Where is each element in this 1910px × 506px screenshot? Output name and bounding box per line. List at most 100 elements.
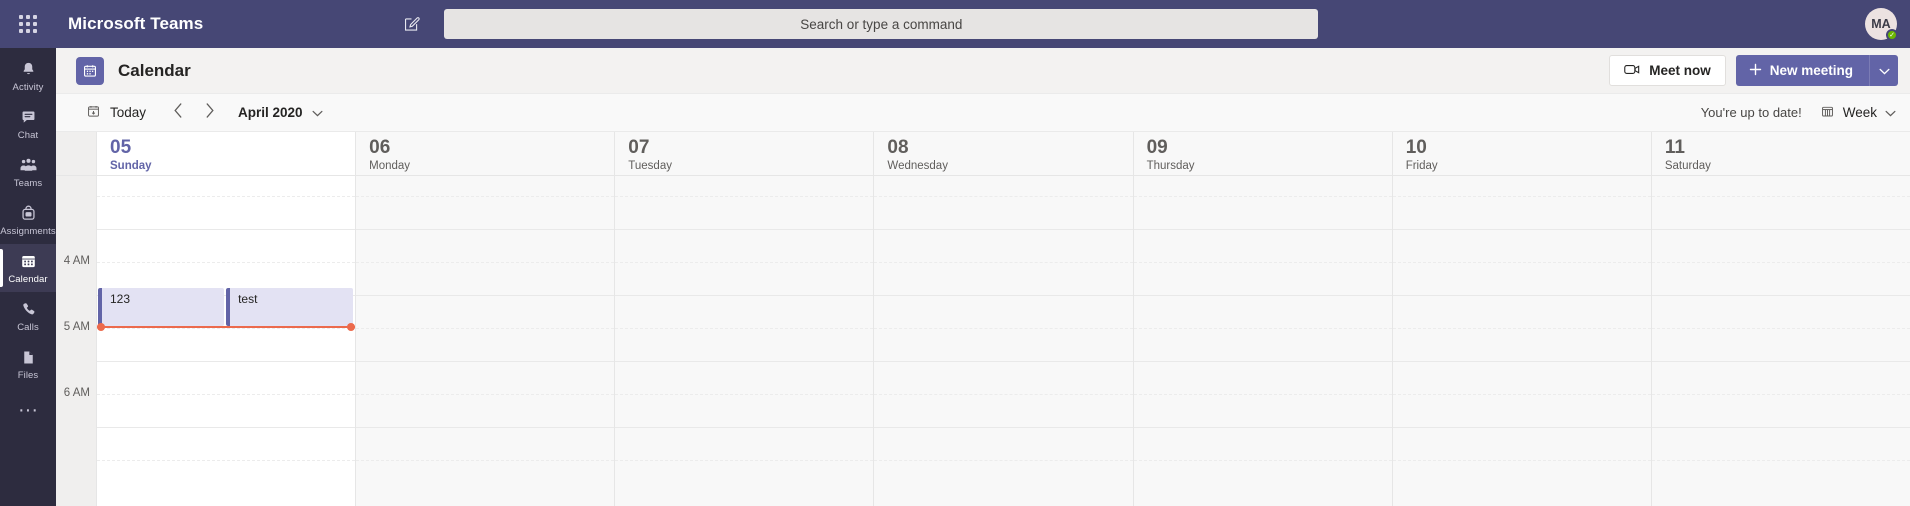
day-header-wednesday[interactable]: 08 Wednesday [873, 132, 1132, 175]
day-header-thursday[interactable]: 09 Thursday [1132, 132, 1392, 175]
half-hour-gridline [1133, 196, 1392, 197]
chevron-left-icon [173, 102, 183, 123]
half-hour-gridline [1133, 394, 1392, 395]
sidebar-item-activity[interactable]: Activity [0, 52, 56, 100]
day-column-saturday[interactable] [1650, 176, 1910, 506]
app-body: Activity Chat Teams Assignments Calendar… [0, 48, 1910, 506]
calendar-day-headers: 05 Sunday 06 Monday 07 Tuesday 08 Wednesday 09 Th… [56, 132, 1910, 176]
sidebar-item-calls[interactable]: Calls [0, 292, 56, 340]
half-hour-gridline [97, 394, 356, 395]
half-hour-gridline [97, 460, 356, 461]
video-camera-icon [1624, 63, 1641, 79]
half-hour-gridline [1651, 328, 1910, 329]
hour-gridline [1392, 295, 1651, 296]
view-picker[interactable]: Week [1820, 104, 1896, 122]
calendar-today-icon [86, 104, 101, 122]
chevron-down-icon [1878, 62, 1890, 80]
sidebar-item-assignments[interactable]: Assignments [0, 196, 56, 244]
hour-gridline [1651, 295, 1910, 296]
half-hour-gridline [1133, 460, 1392, 461]
half-hour-gridline [1651, 460, 1910, 461]
half-hour-gridline [356, 328, 615, 329]
hour-gridline [1133, 295, 1392, 296]
hour-gridline [874, 229, 1133, 230]
half-hour-gridline [356, 460, 615, 461]
day-column-wednesday[interactable] [873, 176, 1133, 506]
half-hour-gridline [874, 262, 1133, 263]
hour-gridline [615, 229, 874, 230]
event-title: 123 [110, 292, 131, 306]
day-column-tuesday[interactable] [614, 176, 874, 506]
day-name: Tuesday [628, 160, 672, 172]
hour-gridline [1133, 229, 1392, 230]
day-header-saturday[interactable]: 11 Saturday [1650, 132, 1910, 175]
compose-icon[interactable] [403, 16, 421, 33]
previous-week-button[interactable] [164, 99, 192, 127]
month-picker[interactable]: April 2020 [238, 105, 323, 120]
sidebar-item-label: Teams [13, 177, 43, 189]
chevron-down-icon [1885, 105, 1896, 120]
half-hour-gridline [356, 262, 615, 263]
current-time-indicator [97, 326, 356, 328]
current-time-indicator-dot [347, 323, 356, 331]
event-title: test [238, 292, 258, 306]
new-meeting-button[interactable]: New meeting [1735, 55, 1869, 86]
day-column-sunday[interactable]: 123 test [96, 176, 356, 506]
half-hour-gridline [1651, 196, 1910, 197]
sidebar-item-chat[interactable]: Chat [0, 100, 56, 148]
bell-icon [20, 60, 37, 80]
sidebar-item-teams[interactable]: Teams [0, 148, 56, 196]
today-label: Today [110, 105, 147, 120]
search-input[interactable]: Search or type a command [444, 9, 1319, 39]
sidebar-item-label: Chat [17, 129, 39, 141]
day-number: 05 [110, 137, 132, 158]
hour-gridline [97, 229, 356, 230]
file-icon [20, 348, 37, 368]
hour-gridline [97, 361, 356, 362]
next-week-button[interactable] [196, 99, 224, 127]
calendar-toolbar: Today April 2020 You're up to date! Week [56, 94, 1910, 132]
app-grid-icon[interactable] [14, 10, 42, 38]
hour-gridline [97, 427, 356, 428]
hour-gridline [1651, 229, 1910, 230]
day-column-friday[interactable] [1391, 176, 1651, 506]
new-meeting-dropdown-button[interactable] [1869, 55, 1898, 86]
day-name: Sunday [110, 160, 152, 172]
calendar-event[interactable]: test [226, 288, 353, 326]
app-title: Microsoft Teams [68, 14, 204, 33]
half-hour-gridline [1133, 328, 1392, 329]
month-label: April 2020 [238, 105, 303, 120]
hour-gridline [356, 427, 615, 428]
calendar-event[interactable]: 123 [98, 288, 225, 326]
meet-now-button[interactable]: Meet now [1609, 55, 1726, 86]
hour-label: 6 AM [63, 387, 90, 399]
half-hour-gridline [97, 262, 356, 263]
sidebar-more-button[interactable]: ··· [18, 388, 38, 432]
half-hour-gridline [874, 328, 1133, 329]
hour-gridline [356, 229, 615, 230]
main-content: Calendar Meet now New meeting Today Apri… [56, 48, 1910, 506]
half-hour-gridline [1651, 262, 1910, 263]
today-button[interactable]: Today [86, 104, 146, 122]
half-hour-gridline [1392, 262, 1651, 263]
time-gutter-header [56, 132, 96, 175]
search-placeholder: Search or type a command [800, 16, 963, 32]
half-hour-gridline [615, 394, 874, 395]
day-name: Monday [369, 160, 411, 172]
sidebar-item-files[interactable]: Files [0, 340, 56, 388]
avatar[interactable]: MA ✓ [1865, 8, 1898, 41]
hour-gridline [1651, 361, 1910, 362]
half-hour-gridline [97, 328, 356, 329]
day-header-monday[interactable]: 06 Monday [355, 132, 614, 175]
day-header-friday[interactable]: 10 Friday [1391, 132, 1651, 175]
day-column-thursday[interactable] [1132, 176, 1392, 506]
day-header-sunday[interactable]: 05 Sunday [96, 132, 356, 175]
hour-label: 4 AM [63, 255, 90, 267]
day-header-tuesday[interactable]: 07 Tuesday [614, 132, 873, 175]
day-number: 08 [887, 137, 909, 158]
sidebar-item-calendar[interactable]: Calendar [0, 244, 56, 292]
calendar-grid[interactable]: 123 test [96, 176, 1910, 506]
day-name: Saturday [1664, 160, 1711, 172]
day-column-monday[interactable] [355, 176, 615, 506]
calendar-toolbar-right: You're up to date! Week [1701, 104, 1896, 122]
